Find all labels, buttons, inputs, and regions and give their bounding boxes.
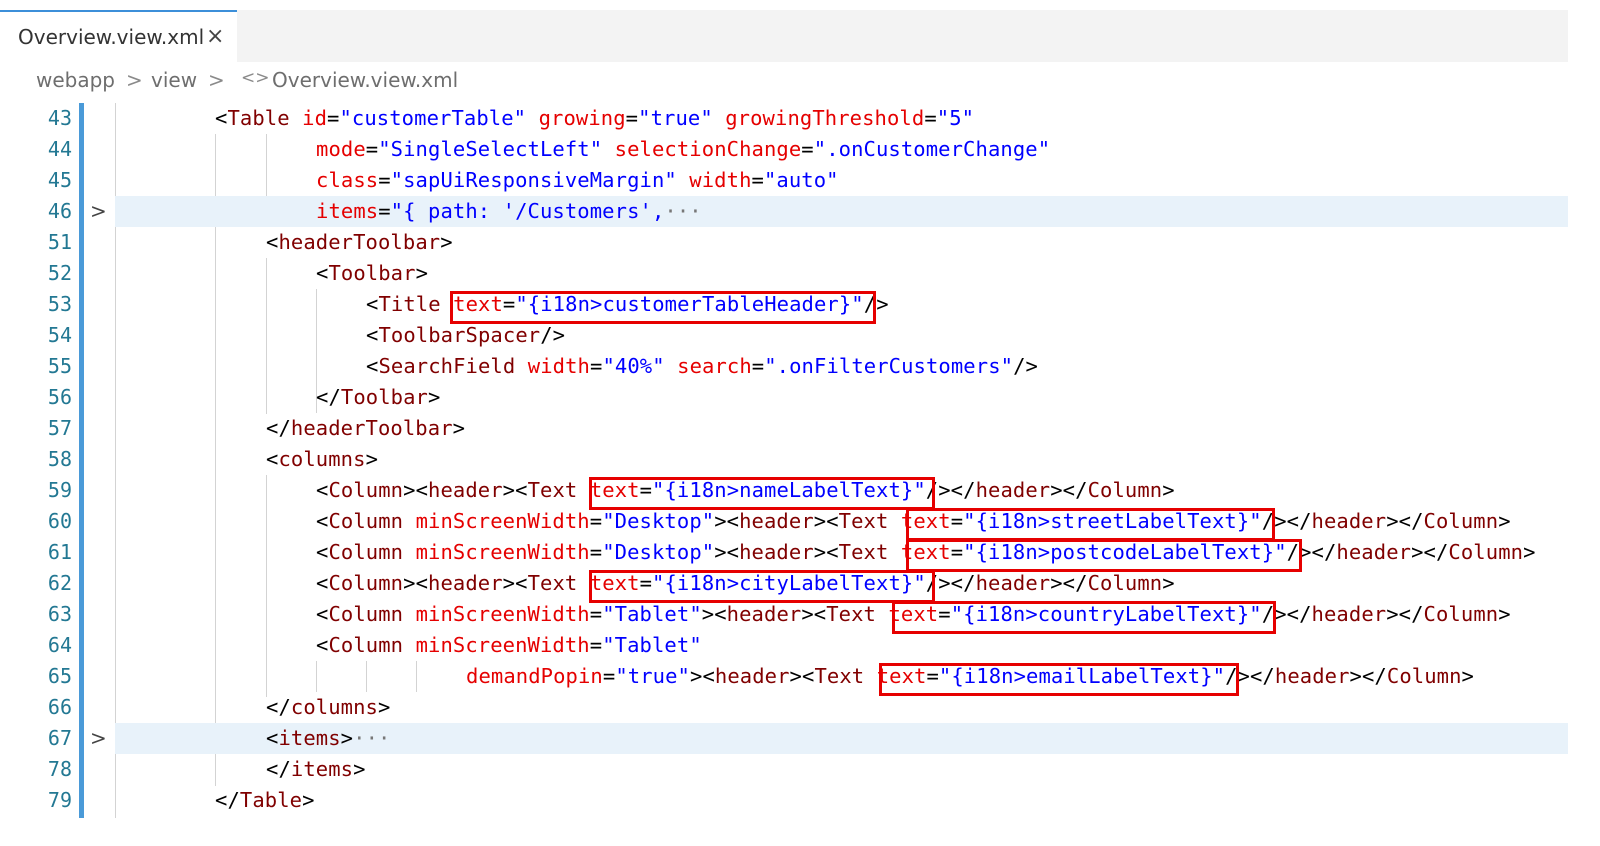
line-number: 66 <box>47 695 72 719</box>
code-line[interactable]: 65 demandPopin="true"><header><Text text=… <box>0 661 1568 692</box>
code-text: class="sapUiResponsiveMargin" width="aut… <box>316 168 839 192</box>
xml-file-icon: <> <box>241 68 270 88</box>
annotation-highlight-box <box>906 508 1275 541</box>
code-line[interactable]: 54 <ToolbarSpacer/> <box>0 320 1568 351</box>
annotation-highlight-box <box>906 539 1302 572</box>
line-number: 51 <box>47 230 72 254</box>
fold-chevron-icon[interactable]: > <box>90 726 107 750</box>
code-line[interactable]: 67 > <items>··· <box>0 723 1568 754</box>
folded-ellipsis[interactable]: ··· <box>664 199 701 223</box>
line-number: 78 <box>47 757 72 781</box>
breadcrumb-item-file[interactable]: Overview.view.xml <box>272 68 458 92</box>
code-line[interactable]: 46 > items="{ path: '/Customers',··· <box>0 196 1568 227</box>
code-text: <Toolbar> <box>316 261 429 285</box>
tab-bar: Overview.view.xml × <box>0 10 1568 62</box>
annotation-highlight-box <box>589 477 935 510</box>
code-text: <Table id="customerTable" growing="true"… <box>215 106 975 130</box>
line-number: 45 <box>47 168 72 192</box>
code-editor: Overview.view.xml × webapp > view > <> O… <box>0 0 1600 846</box>
chevron-right-icon: > <box>208 68 225 92</box>
code-text: </headerToolbar> <box>266 416 466 440</box>
close-icon[interactable]: × <box>206 24 224 49</box>
code-line[interactable]: 78 </items> <box>0 754 1568 785</box>
code-text: <items>··· <box>266 726 391 750</box>
code-line[interactable]: 44 mode="SingleSelectLeft" selectionChang… <box>0 134 1568 165</box>
code-text: </columns> <box>266 695 391 719</box>
code-line[interactable]: 66 </columns> <box>0 692 1568 723</box>
tab-label: Overview.view.xml <box>18 25 205 49</box>
chevron-right-icon: > <box>126 68 143 92</box>
fold-chevron-icon[interactable]: > <box>90 199 107 223</box>
line-number: 62 <box>47 571 72 595</box>
code-text: mode="SingleSelectLeft" selectionChange=… <box>316 137 1051 161</box>
code-line[interactable]: 55 <SearchField width="40%" search=".onFi… <box>0 351 1568 382</box>
line-number: 44 <box>47 137 72 161</box>
annotation-highlight-box <box>589 570 935 603</box>
code-text: <Column minScreenWidth="Tablet" <box>316 633 702 657</box>
code-line[interactable]: 51 <headerToolbar> <box>0 227 1568 258</box>
code-line[interactable]: 56 </Toolbar> <box>0 382 1568 413</box>
code-line[interactable]: 64 <Column minScreenWidth="Tablet" <box>0 630 1568 661</box>
line-number: 46 <box>47 199 72 223</box>
line-number: 64 <box>47 633 72 657</box>
code-line[interactable]: 52 <Toolbar> <box>0 258 1568 289</box>
line-number: 63 <box>47 602 72 626</box>
code-text: <headerToolbar> <box>266 230 453 254</box>
code-text: <columns> <box>266 447 379 471</box>
line-number: 59 <box>47 478 72 502</box>
code-text: <SearchField width="40%" search=".onFilt… <box>366 354 1038 378</box>
code-line[interactable]: 58 <columns> <box>0 444 1568 475</box>
code-line[interactable]: 63 <Column minScreenWidth="Tablet"><heade… <box>0 599 1568 630</box>
line-number: 67 <box>47 726 72 750</box>
annotation-highlight-box <box>879 663 1239 696</box>
line-number: 65 <box>47 664 72 688</box>
line-number: 57 <box>47 416 72 440</box>
breadcrumb-item-webapp[interactable]: webapp <box>36 68 115 92</box>
line-number: 53 <box>47 292 72 316</box>
line-number: 54 <box>47 323 72 347</box>
line-number: 60 <box>47 509 72 533</box>
line-number: 79 <box>47 788 72 812</box>
tab-overview-view-xml[interactable]: Overview.view.xml × <box>0 10 237 62</box>
line-number: 52 <box>47 261 72 285</box>
code-text: items="{ path: '/Customers',··· <box>316 199 702 223</box>
code-line[interactable]: 45 class="sapUiResponsiveMargin" width="a… <box>0 165 1568 196</box>
code-text: <ToolbarSpacer/> <box>366 323 566 347</box>
line-number: 58 <box>47 447 72 471</box>
annotation-highlight-box <box>450 291 876 324</box>
code-text: </items> <box>266 757 366 781</box>
code-line[interactable]: 61 <Column minScreenWidth="Desktop"><head… <box>0 537 1568 568</box>
code-line[interactable]: 60 <Column minScreenWidth="Desktop"><head… <box>0 506 1568 537</box>
folded-ellipsis[interactable]: ··· <box>353 726 390 750</box>
code-line[interactable]: 57 </headerToolbar> <box>0 413 1568 444</box>
code-line[interactable]: 79 </Table> <box>0 785 1568 816</box>
line-number: 43 <box>47 106 72 130</box>
breadcrumb-item-view[interactable]: view <box>151 68 197 92</box>
code-text: </Toolbar> <box>316 385 441 409</box>
line-number: 61 <box>47 540 72 564</box>
annotation-highlight-box <box>892 601 1276 634</box>
line-number: 55 <box>47 354 72 378</box>
line-number: 56 <box>47 385 72 409</box>
code-text: </Table> <box>215 788 315 812</box>
code-line[interactable]: 43 <Table id="customerTable" growing="tru… <box>0 103 1568 134</box>
